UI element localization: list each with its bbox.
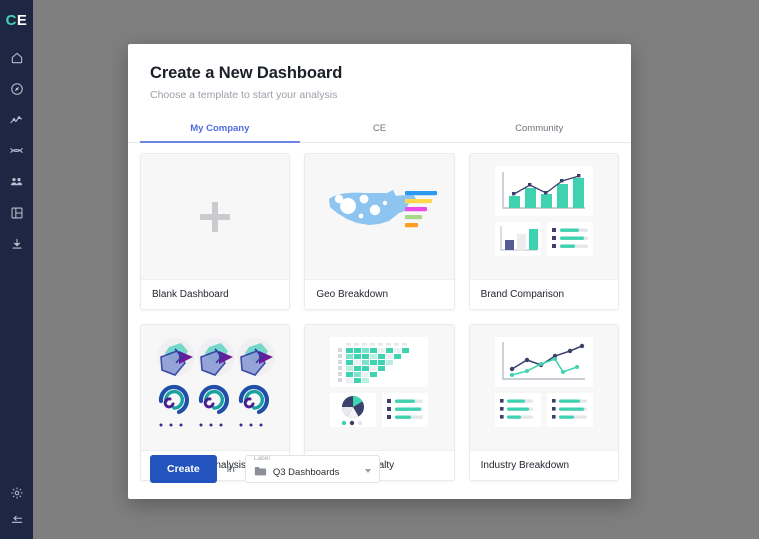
label-select-caption: Label bbox=[253, 455, 270, 462]
home-icon bbox=[10, 51, 24, 65]
download-icon bbox=[10, 237, 24, 251]
logo-letter-c: C bbox=[5, 12, 17, 29]
template-thumbnail-cohort bbox=[141, 325, 290, 451]
template-card-blank-dashboard[interactable]: Blank Dashboard bbox=[140, 153, 291, 310]
sidebar-item-dashboards[interactable] bbox=[0, 197, 33, 228]
sidebar: CE bbox=[0, 0, 33, 539]
people-icon bbox=[9, 174, 24, 189]
collapse-arrow-icon bbox=[10, 513, 24, 527]
template-card-label: Brand Comparison bbox=[469, 280, 618, 309]
template-grid: Blank Dashboard Geo Breakdown Brand Comp… bbox=[128, 143, 631, 481]
sidebar-item-flows[interactable] bbox=[0, 135, 33, 166]
folder-icon bbox=[254, 463, 267, 481]
in-label: in bbox=[226, 463, 235, 475]
chevron-down-icon bbox=[364, 469, 371, 473]
cohort-heatmap-icon bbox=[320, 337, 438, 438]
template-card-label: Blank Dashboard bbox=[141, 280, 290, 309]
multi-line-chart-icon bbox=[485, 337, 603, 438]
sidebar-item-analytics[interactable] bbox=[0, 104, 33, 135]
tab-my-company[interactable]: My Company bbox=[140, 117, 300, 143]
app-logo[interactable]: CE bbox=[6, 13, 28, 28]
tab-community[interactable]: Community bbox=[459, 117, 619, 143]
sidebar-item-audiences[interactable] bbox=[0, 166, 33, 197]
create-button[interactable]: Create bbox=[150, 455, 217, 483]
template-thumbnail-loyalty bbox=[305, 325, 454, 451]
template-thumbnail-geo bbox=[305, 154, 454, 280]
tab-ce[interactable]: CE bbox=[300, 117, 460, 143]
create-dashboard-dialog: Create a New Dashboard Choose a template… bbox=[128, 44, 631, 499]
template-card-geo-breakdown[interactable]: Geo Breakdown bbox=[304, 153, 455, 310]
us-map-bubble-chart-icon bbox=[317, 183, 442, 250]
page-title: Create a New Dashboard bbox=[150, 64, 343, 82]
template-thumbnail-industry bbox=[469, 325, 618, 451]
sidebar-item-explore[interactable] bbox=[0, 73, 33, 104]
funnel-flow-icon bbox=[9, 143, 24, 158]
sidebar-item-downloads[interactable] bbox=[0, 228, 33, 259]
app-root: CE Create a New Dashboard Choose a templ… bbox=[0, 0, 759, 539]
dashboard-layout-icon bbox=[10, 206, 24, 220]
template-card-brand-comparison[interactable]: Brand Comparison bbox=[468, 153, 619, 310]
template-source-tabs: My Company CE Community bbox=[128, 117, 631, 143]
label-select[interactable]: Label Q3 Dashboards bbox=[244, 455, 380, 483]
multi-cohort-glyph-icon bbox=[153, 335, 277, 440]
template-thumbnail-brand bbox=[469, 154, 618, 280]
dialog-footer: Create in Label Q3 Dashboards bbox=[128, 441, 631, 499]
trending-up-icon bbox=[9, 112, 24, 127]
sidebar-item-home[interactable] bbox=[0, 42, 33, 73]
compass-icon bbox=[10, 82, 24, 96]
gear-icon bbox=[10, 486, 24, 500]
template-card-label: Geo Breakdown bbox=[305, 280, 454, 309]
bar-line-combo-chart-icon bbox=[485, 166, 603, 267]
template-thumbnail-blank bbox=[141, 154, 290, 280]
label-select-value: Q3 Dashboards bbox=[272, 466, 340, 478]
sidebar-item-collapse[interactable] bbox=[0, 508, 33, 539]
sidebar-item-settings[interactable] bbox=[0, 477, 33, 508]
plus-icon bbox=[200, 201, 231, 232]
logo-letter-e: E bbox=[16, 12, 28, 29]
dialog-subtitle: Choose a template to start your analysis bbox=[150, 89, 338, 101]
dialog-header: Create a New Dashboard Choose a template… bbox=[128, 44, 631, 101]
